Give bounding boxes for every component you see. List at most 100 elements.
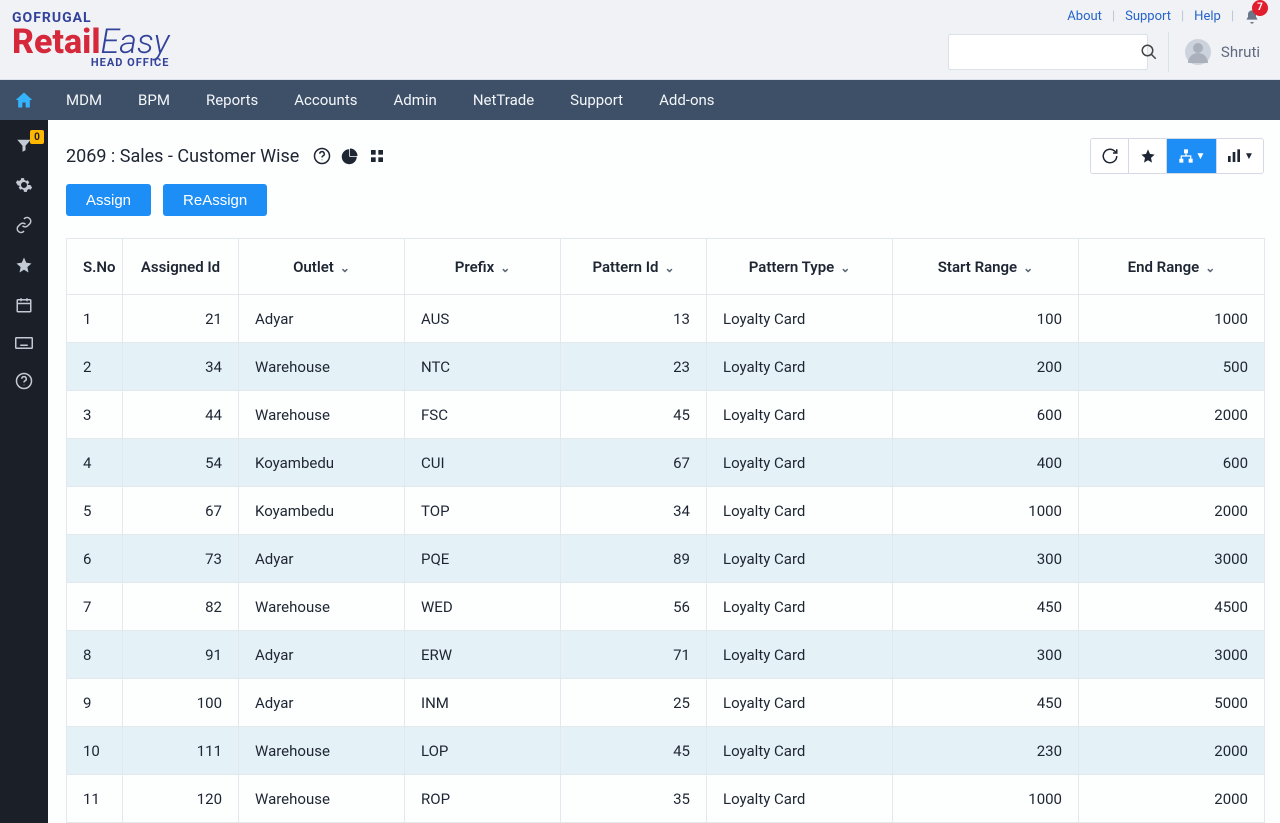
refresh-button[interactable] bbox=[1091, 139, 1129, 173]
cell: Koyambedu bbox=[239, 439, 405, 487]
cell: Loyalty Card bbox=[707, 679, 893, 727]
cell: 9 bbox=[67, 679, 123, 727]
search-icon[interactable] bbox=[1140, 43, 1158, 61]
nav-item-nettrade[interactable]: NetTrade bbox=[455, 80, 552, 120]
cell: 35 bbox=[561, 775, 707, 823]
about-link[interactable]: About bbox=[1067, 9, 1102, 24]
sidebar-keyboard[interactable] bbox=[0, 336, 48, 350]
help-link[interactable]: Help bbox=[1194, 9, 1221, 24]
header-links: About | Support | Help | 7 bbox=[1067, 8, 1260, 26]
table-row[interactable]: 891AdyarERW71Loyalty Card3003000 bbox=[67, 631, 1265, 679]
cell: 4500 bbox=[1079, 583, 1265, 631]
cell: INM bbox=[405, 679, 561, 727]
pie-chart-icon bbox=[341, 147, 359, 165]
table-row[interactable]: 9100AdyarINM25Loyalty Card4505000 bbox=[67, 679, 1265, 727]
sidebar-link[interactable] bbox=[0, 216, 48, 234]
cell: Adyar bbox=[239, 679, 405, 727]
cell: AUS bbox=[405, 295, 561, 343]
cell: 8 bbox=[67, 631, 123, 679]
cell: 2000 bbox=[1079, 391, 1265, 439]
page-header: 2069 : Sales - Customer Wise bbox=[66, 138, 1264, 174]
avatar-icon bbox=[1185, 39, 1211, 65]
col-pattern-type[interactable]: Pattern Type⌄ bbox=[707, 239, 893, 295]
col-outlet[interactable]: Outlet⌄ bbox=[239, 239, 405, 295]
table-row[interactable]: 454KoyambeduCUI67Loyalty Card400600 bbox=[67, 439, 1265, 487]
favorite-button[interactable] bbox=[1129, 139, 1167, 173]
nav-item-add-ons[interactable]: Add-ons bbox=[641, 80, 732, 120]
cell: Adyar bbox=[239, 295, 405, 343]
content-area: 2069 : Sales - Customer Wise bbox=[48, 120, 1280, 823]
table-row[interactable]: 673AdyarPQE89Loyalty Card3003000 bbox=[67, 535, 1265, 583]
notifications-button[interactable]: 7 bbox=[1244, 8, 1260, 26]
cell: 450 bbox=[893, 679, 1079, 727]
support-link[interactable]: Support bbox=[1125, 9, 1171, 24]
nav-item-bpm[interactable]: BPM bbox=[120, 80, 188, 120]
cell: Warehouse bbox=[239, 343, 405, 391]
chevron-down-icon: ⌄ bbox=[840, 261, 850, 275]
cell: 2000 bbox=[1079, 487, 1265, 535]
col-sno[interactable]: S.No bbox=[67, 239, 123, 295]
cell: Warehouse bbox=[239, 727, 405, 775]
cell: Warehouse bbox=[239, 583, 405, 631]
search-input[interactable] bbox=[959, 44, 1140, 60]
nav-item-reports[interactable]: Reports bbox=[188, 80, 276, 120]
cell: Warehouse bbox=[239, 391, 405, 439]
cell: 120 bbox=[123, 775, 239, 823]
table-row[interactable]: 10111WarehouseLOP45Loyalty Card2302000 bbox=[67, 727, 1265, 775]
user-menu[interactable]: Shruti bbox=[1168, 32, 1260, 72]
sidebar-help[interactable] bbox=[0, 372, 48, 390]
global-search[interactable] bbox=[948, 34, 1148, 70]
col-start-range[interactable]: Start Range⌄ bbox=[893, 239, 1079, 295]
chart-button[interactable]: ▼ bbox=[1217, 139, 1263, 173]
cell: 2 bbox=[67, 343, 123, 391]
cell: 300 bbox=[893, 535, 1079, 583]
cell: 230 bbox=[893, 727, 1079, 775]
table-row[interactable]: 344WarehouseFSC45Loyalty Card6002000 bbox=[67, 391, 1265, 439]
col-prefix[interactable]: Prefix⌄ bbox=[405, 239, 561, 295]
refresh-icon bbox=[1101, 147, 1119, 165]
reassign-button[interactable]: ReAssign bbox=[163, 184, 267, 216]
cell: ROP bbox=[405, 775, 561, 823]
page-toolbar: ▼ ▼ bbox=[1090, 138, 1264, 174]
sidebar: 0 bbox=[0, 120, 48, 823]
nav-item-support[interactable]: Support bbox=[552, 80, 641, 120]
separator: | bbox=[1181, 9, 1184, 24]
table-row[interactable]: 567KoyambeduTOP34Loyalty Card10002000 bbox=[67, 487, 1265, 535]
nav-item-accounts[interactable]: Accounts bbox=[276, 80, 375, 120]
table-row[interactable]: 234WarehouseNTC23Loyalty Card200500 bbox=[67, 343, 1265, 391]
col-end-range[interactable]: End Range⌄ bbox=[1079, 239, 1265, 295]
pie-button[interactable] bbox=[341, 147, 359, 165]
cell: FSC bbox=[405, 391, 561, 439]
brand-easy: Easy bbox=[101, 25, 170, 59]
table-header-row: S.No Assigned Id Outlet⌄ Prefix⌄ Pattern… bbox=[67, 239, 1265, 295]
filter-badge: 0 bbox=[30, 130, 44, 144]
cell: Adyar bbox=[239, 535, 405, 583]
cell: 4 bbox=[67, 439, 123, 487]
cell: 100 bbox=[893, 295, 1079, 343]
cell: 34 bbox=[123, 343, 239, 391]
cell: 5000 bbox=[1079, 679, 1265, 727]
nav-item-admin[interactable]: Admin bbox=[375, 80, 454, 120]
header-right: About | Support | Help | 7 Shruti bbox=[948, 8, 1260, 72]
help-icon bbox=[15, 372, 33, 390]
table-row[interactable]: 11120WarehouseROP35Loyalty Card10002000 bbox=[67, 775, 1265, 823]
col-assigned-id[interactable]: Assigned Id bbox=[123, 239, 239, 295]
table-row[interactable]: 121AdyarAUS13Loyalty Card1001000 bbox=[67, 295, 1265, 343]
cell: 111 bbox=[123, 727, 239, 775]
sidebar-settings[interactable] bbox=[0, 176, 48, 194]
assign-button[interactable]: Assign bbox=[66, 184, 151, 216]
sidebar-schedule[interactable] bbox=[0, 296, 48, 314]
cell: 13 bbox=[561, 295, 707, 343]
nav-item-mdm[interactable]: MDM bbox=[48, 80, 120, 120]
gear-icon bbox=[15, 176, 33, 194]
nav-home[interactable] bbox=[0, 80, 48, 120]
info-button[interactable] bbox=[313, 147, 331, 165]
table-row[interactable]: 782WarehouseWED56Loyalty Card4504500 bbox=[67, 583, 1265, 631]
grid-button[interactable] bbox=[369, 148, 385, 164]
col-pattern-id[interactable]: Pattern Id⌄ bbox=[561, 239, 707, 295]
hierarchy-button[interactable]: ▼ bbox=[1167, 139, 1217, 173]
sidebar-favorite[interactable] bbox=[0, 256, 48, 274]
sidebar-filter[interactable]: 0 bbox=[0, 136, 48, 154]
cell: Loyalty Card bbox=[707, 583, 893, 631]
cell: 500 bbox=[1079, 343, 1265, 391]
